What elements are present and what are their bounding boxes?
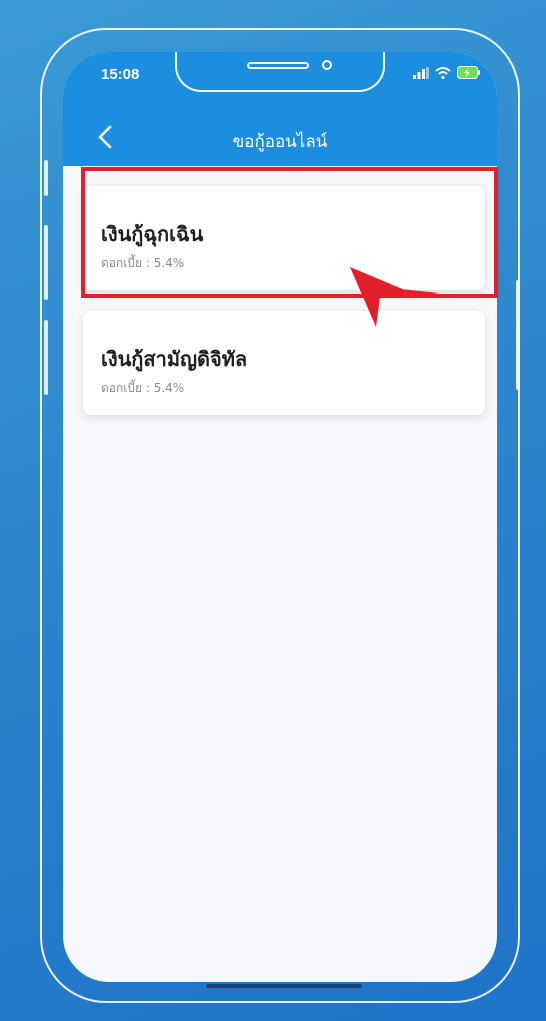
pointer-arrow-icon xyxy=(350,267,440,327)
status-time: 15:08 xyxy=(101,66,140,83)
app-bar: 15:08 ขอกู้ออนไลน์ xyxy=(63,52,497,166)
wifi-icon xyxy=(435,66,451,79)
page-title: ขอกู้ออนไลน์ xyxy=(232,132,328,152)
camera xyxy=(322,60,332,70)
home-indicator xyxy=(206,984,362,988)
mute-switch xyxy=(44,160,48,196)
loan-title: เงินกู้สามัญดิจิทัล xyxy=(101,347,248,371)
volume-up-button xyxy=(44,225,48,300)
power-button xyxy=(516,280,520,390)
volume-down-button xyxy=(44,320,48,395)
signal-icon xyxy=(413,66,429,79)
loan-rate: ดอกเบี้ย : 5.4% xyxy=(101,381,185,395)
notch xyxy=(175,52,385,92)
battery-charging-icon xyxy=(457,66,480,79)
status-icons xyxy=(413,66,481,79)
speaker xyxy=(247,62,309,69)
